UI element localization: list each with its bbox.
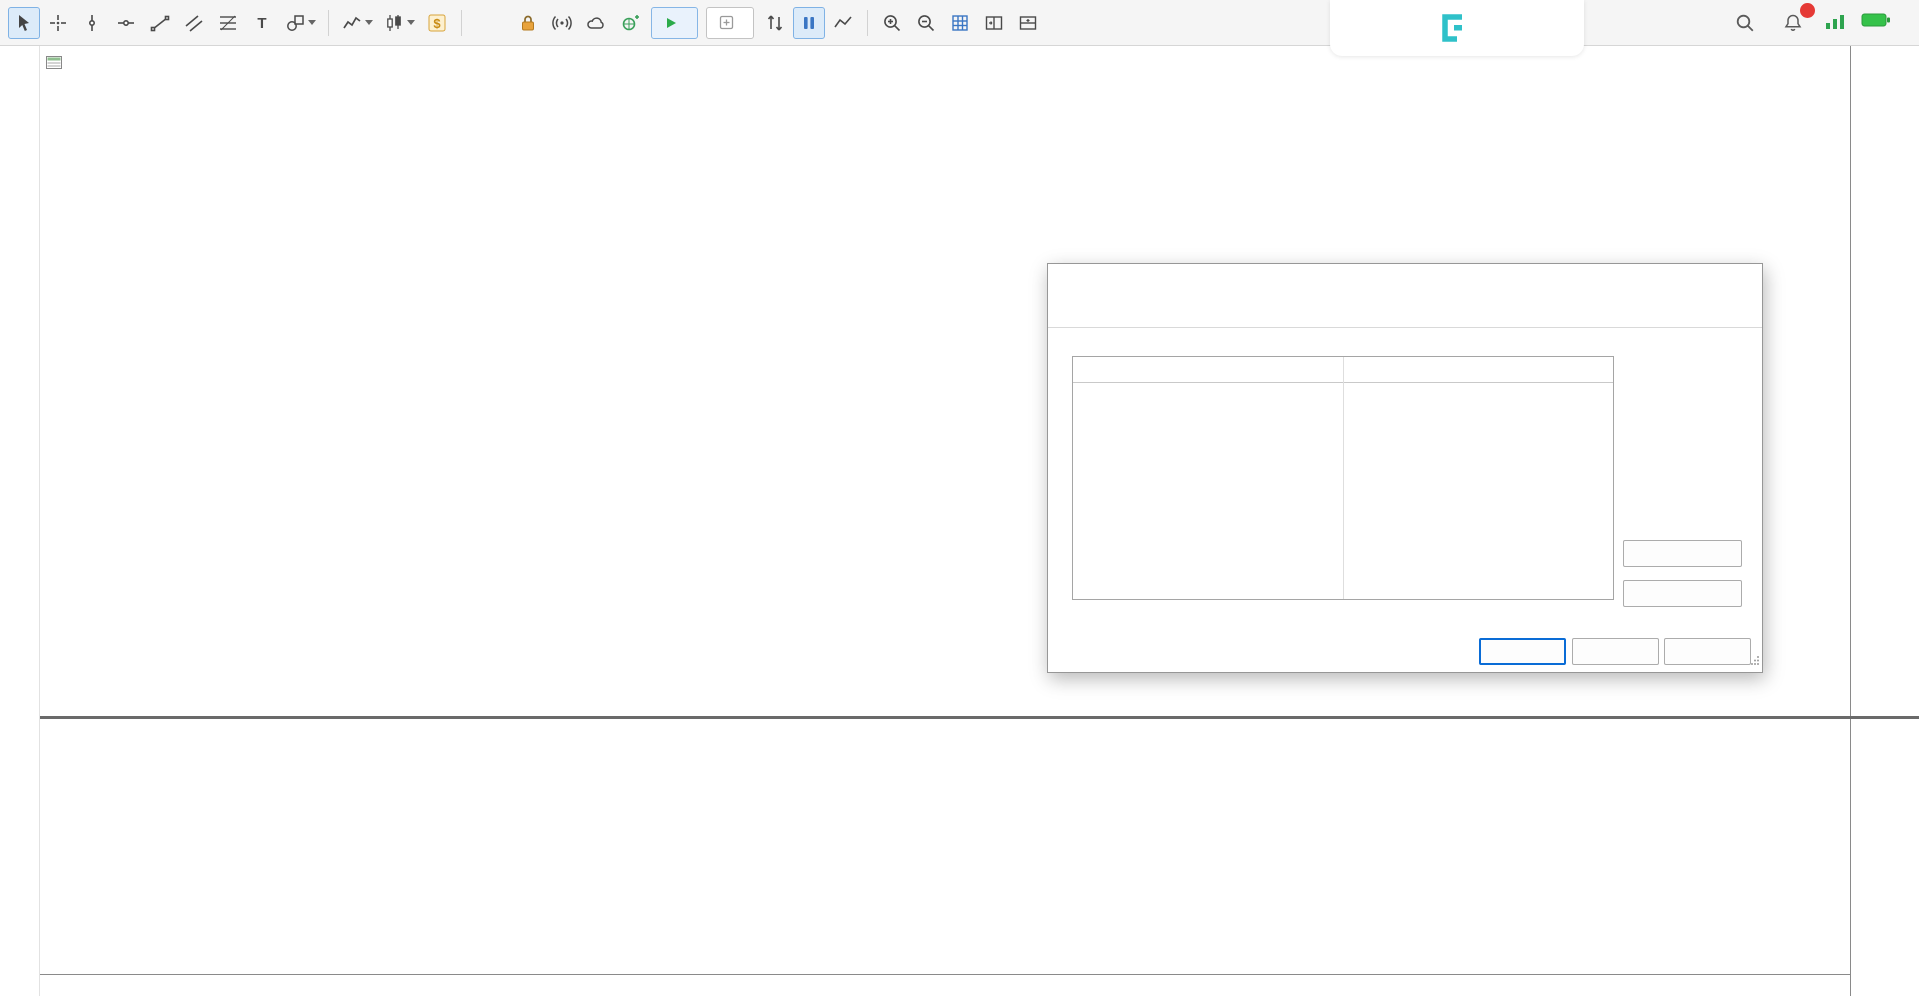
text-tool-icon[interactable]: T [246,7,278,39]
arrange-icon[interactable] [759,7,791,39]
zoom-out-icon[interactable] [910,7,942,39]
reset-button[interactable] [1664,638,1751,665]
chevron-down-icon [308,20,316,25]
main-toolbar: T $ [0,0,1919,46]
depth-of-market-icon[interactable] [793,7,825,39]
tile-windows-vertical-icon[interactable] [978,7,1010,39]
indicator-dialog [1047,263,1763,673]
load-button[interactable] [1623,540,1742,567]
trendline-tool-icon[interactable] [144,7,176,39]
price-axis[interactable] [1850,46,1919,996]
toolbar-separator [867,10,868,36]
chevron-down-icon [407,20,415,25]
chart-window-icon [46,56,62,69]
zigzag-icon[interactable] [827,7,859,39]
chart-symbol-label [46,56,69,69]
time-axis[interactable] [40,974,1850,996]
currency-icon[interactable]: $ [421,7,453,39]
ravi-indicator-pane[interactable] [40,720,1850,974]
toolbar-right-group [1729,7,1911,39]
lvl-indicator-icon[interactable] [1825,15,1845,30]
resize-grip[interactable] [1750,652,1760,670]
close-button[interactable] [1720,264,1762,298]
mt5-window: T $ [0,0,1919,996]
toolbar-separator [461,10,462,36]
svg-text:$: $ [433,16,441,31]
candlestick-chart-type-icon[interactable] [379,7,419,39]
community-icon[interactable] [614,7,646,39]
timeframe-sidebar [0,46,40,996]
cancel-button[interactable] [1572,638,1659,665]
lock-icon[interactable] [512,7,544,39]
zoom-in-icon[interactable] [876,7,908,39]
battery-icon [1861,12,1891,33]
chevron-down-icon [365,20,373,25]
notifications-bell-icon[interactable] [1777,7,1809,39]
shapes-tool-icon[interactable] [280,7,320,39]
vertical-line-tool-icon[interactable] [76,7,108,39]
search-icon[interactable] [1729,7,1761,39]
svg-text:T: T [257,15,266,32]
trading-finder-logo-icon [1434,10,1470,46]
column-separator [1343,357,1344,599]
ok-button[interactable] [1479,638,1566,665]
line-chart-type-icon[interactable] [337,7,377,39]
fibonacci-tool-icon[interactable] [212,7,244,39]
new-order-button[interactable] [706,7,754,39]
broadcast-icon[interactable] [546,7,578,39]
horizontal-line-tool-icon[interactable] [110,7,142,39]
channel-tool-icon[interactable] [178,7,210,39]
new-order-icon [719,15,734,30]
notification-badge [1800,3,1815,18]
dialog-tabs [1048,298,1762,328]
pane-divider[interactable] [40,716,1919,719]
minimize-button[interactable] [1636,264,1678,298]
window-controls [1636,264,1762,298]
toolbar-separator [328,10,329,36]
cursor-tool-icon[interactable] [8,7,40,39]
play-icon [664,16,678,30]
parameters-table [1072,356,1614,600]
tile-windows-horizontal-icon[interactable] [1012,7,1044,39]
algo-trading-button[interactable] [651,7,698,39]
ide-button[interactable] [470,7,510,39]
cloud-icon[interactable] [580,7,612,39]
dialog-titlebar[interactable] [1048,264,1762,298]
trading-finder-watermark [1330,0,1584,56]
grid-icon[interactable] [944,7,976,39]
save-button[interactable] [1623,580,1742,607]
maximize-button[interactable] [1678,264,1720,298]
crosshair-tool-icon[interactable] [42,7,74,39]
